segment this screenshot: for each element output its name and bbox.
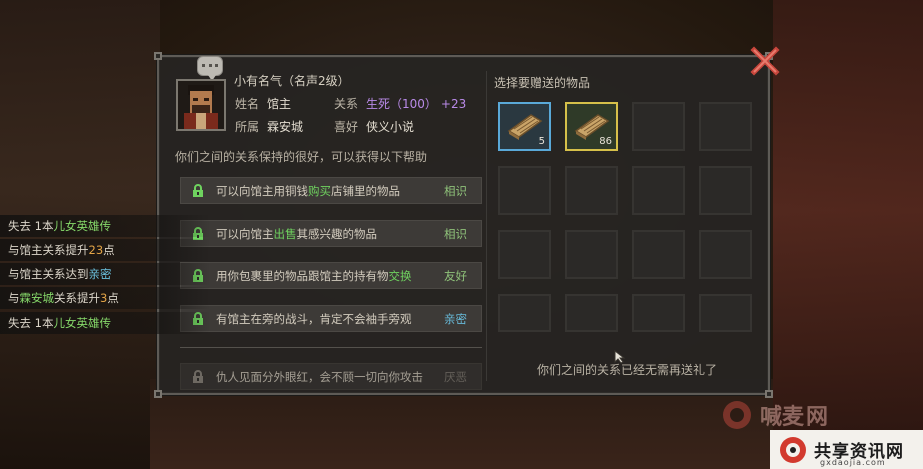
gongxiang-logo-icon bbox=[780, 436, 806, 463]
event-log-row: 失去 1本 儿女英雄传 bbox=[0, 312, 210, 334]
event-log-segment: 失去 1本 bbox=[8, 219, 54, 233]
empty-gift-slot bbox=[699, 102, 752, 151]
help-item: 有馆主在旁的战斗，肯定不会袖手旁观 亲密 bbox=[180, 305, 482, 332]
help-item-requirement: 友好 bbox=[444, 268, 467, 283]
empty-gift-slot bbox=[699, 166, 752, 215]
help-item: 用你包裹里的物品跟馆主的持有物交换 友好 bbox=[180, 262, 482, 289]
empty-gift-slot bbox=[565, 230, 618, 279]
npc-hobby-row: 喜好 侠义小说 bbox=[334, 118, 414, 135]
mouse-cursor-icon bbox=[614, 350, 626, 364]
hobby-label: 喜好 bbox=[334, 120, 359, 134]
watermark-hanmai-suffix: 网 bbox=[806, 405, 829, 430]
empty-gift-slot bbox=[632, 294, 685, 332]
empty-gift-slot bbox=[565, 294, 618, 332]
chat-bubble-icon[interactable] bbox=[197, 56, 223, 81]
empty-gift-slot bbox=[632, 102, 685, 151]
help-text-post: 其感兴趣的物品 bbox=[296, 226, 378, 241]
npc-hobby: 侠义小说 bbox=[366, 120, 415, 134]
event-log-row: 与馆主关系达到 亲密 bbox=[0, 263, 210, 285]
close-icon bbox=[750, 46, 780, 76]
help-item: 可以向馆主出售其感兴趣的物品 相识 bbox=[180, 220, 482, 247]
empty-gift-slot bbox=[632, 166, 685, 215]
watermark-gongxiang-url: gxdaojia.com bbox=[820, 458, 886, 467]
empty-gift-slot bbox=[498, 166, 551, 215]
gift-item-count: 5 bbox=[538, 136, 545, 147]
help-item-requirement: 厌恶 bbox=[444, 369, 467, 384]
help-item-requirement: 亲密 bbox=[444, 311, 467, 326]
panel-divider bbox=[486, 71, 487, 381]
help-item: 可以向馆主用铜钱购买店铺里的物品 相识 bbox=[180, 177, 482, 204]
help-text-post: 有馆主在旁的战斗，肯定不会袖手旁观 bbox=[216, 311, 412, 326]
help-item: 仇人见面分外眼红，会不顾一切向你攻击 厌恶 bbox=[180, 363, 482, 390]
gift-item-count: 86 bbox=[599, 136, 612, 147]
close-button[interactable] bbox=[748, 44, 782, 78]
watermark-hanmai-text: 喊麦 bbox=[760, 405, 805, 430]
hanmai-logo-icon bbox=[723, 401, 751, 429]
npc-portrait bbox=[176, 79, 226, 131]
help-text-highlight: 购买 bbox=[308, 183, 331, 198]
help-item-text: 可以向馆主用铜钱购买店铺里的物品 bbox=[216, 183, 444, 199]
relation-label: 关系 bbox=[334, 97, 359, 111]
event-log-segment: 23 bbox=[88, 243, 104, 257]
help-item-requirement: 相识 bbox=[444, 183, 467, 198]
empty-gift-slot bbox=[498, 230, 551, 279]
event-log-row: 与霖安城 关系提升 3 点 bbox=[0, 287, 210, 309]
lock-icon bbox=[188, 369, 208, 384]
gift-item-slot[interactable]: 5 bbox=[498, 102, 551, 151]
help-item-text: 可以向馆主出售其感兴趣的物品 bbox=[216, 226, 444, 242]
empty-gift-slot bbox=[498, 294, 551, 332]
help-text-highlight: 出售 bbox=[273, 226, 297, 241]
gift-title: 选择要赠送的物品 bbox=[494, 76, 591, 90]
relation-delta: +23 bbox=[440, 97, 467, 111]
event-log-segment: 点 bbox=[103, 243, 115, 257]
help-separator bbox=[180, 347, 482, 348]
npc-relation-row: 关系 生死（100） +23 bbox=[334, 95, 466, 112]
event-log-segment: 亲密 bbox=[88, 267, 112, 281]
help-item-requirement: 相识 bbox=[444, 226, 467, 241]
watermark-gongxiang: 共享资讯网 gxdaojia.com bbox=[770, 430, 923, 469]
event-log-segment: 与 bbox=[8, 291, 20, 305]
empty-gift-slot bbox=[699, 230, 752, 279]
npc-face-icon bbox=[178, 81, 224, 129]
name-label: 姓名 bbox=[235, 97, 260, 111]
npc-affiliation-row: 所属 霖安城 bbox=[235, 118, 303, 135]
event-log-segment: 关系提升 bbox=[54, 291, 100, 305]
gift-note: 你们之间的关系已经无需再送礼了 bbox=[537, 363, 718, 377]
help-text-pre: 可以向馆主 bbox=[216, 226, 274, 241]
event-log-segment: 3 bbox=[100, 291, 108, 305]
help-item-text: 有馆主在旁的战斗，肯定不会袖手旁观 bbox=[216, 311, 444, 327]
gift-item-slot[interactable]: 86 bbox=[565, 102, 618, 151]
event-log-row: 失去 1本 儿女英雄传 bbox=[0, 215, 210, 237]
event-log-segment: 儿女英雄传 bbox=[53, 219, 111, 233]
npc-name-row: 姓名 馆主 bbox=[235, 95, 291, 112]
event-log-segment: 霖安城 bbox=[19, 291, 55, 305]
event-log-segment: 与馆主关系提升 bbox=[8, 243, 89, 257]
empty-gift-slot bbox=[565, 166, 618, 215]
help-text-post: 仇人见面分外眼红，会不顾一切向你攻击 bbox=[216, 369, 423, 384]
help-text-pre: 用你包裹里的物品跟馆主的持有物 bbox=[216, 268, 389, 283]
npc-affiliation: 霖安城 bbox=[267, 120, 304, 134]
relation-value: 生死（100） bbox=[366, 97, 437, 111]
event-log-segment: 儿女英雄传 bbox=[53, 316, 111, 330]
panel-corner bbox=[154, 390, 162, 398]
panel-corner bbox=[154, 52, 162, 60]
affiliation-label: 所属 bbox=[235, 120, 260, 134]
lock-icon bbox=[188, 183, 208, 198]
event-log-row: 与馆主关系提升 23 点 bbox=[0, 239, 210, 261]
help-text-post: 店铺里的物品 bbox=[331, 183, 400, 198]
empty-gift-slot bbox=[632, 230, 685, 279]
npc-fame-title: 小有名气（名声2级） bbox=[234, 74, 350, 88]
empty-gift-slot bbox=[699, 294, 752, 332]
help-text-highlight: 交换 bbox=[388, 268, 412, 283]
help-text-pre: 可以向馆主用铜钱 bbox=[216, 183, 308, 198]
event-log-segment: 点 bbox=[107, 291, 119, 305]
event-log-segment: 失去 1本 bbox=[8, 316, 54, 330]
help-item-text: 仇人见面分外眼红，会不顾一切向你攻击 bbox=[216, 369, 444, 385]
npc-name: 馆主 bbox=[267, 97, 292, 111]
help-description: 你们之间的关系保持的很好，可以获得以下帮助 bbox=[175, 150, 428, 164]
help-item-text: 用你包裹里的物品跟馆主的持有物交换 bbox=[216, 268, 444, 284]
event-log-segment: 与馆主关系达到 bbox=[8, 267, 89, 281]
